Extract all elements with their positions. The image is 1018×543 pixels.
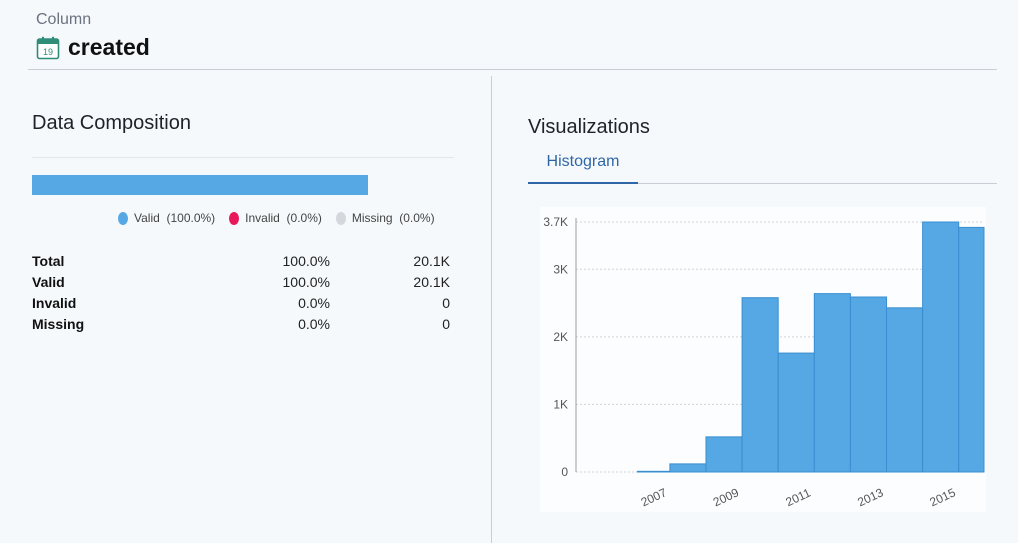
column-name: created bbox=[68, 34, 150, 60]
histogram-bar bbox=[849, 296, 888, 473]
histogram-bar bbox=[636, 470, 671, 473]
column-header: Column 19 created bbox=[28, 0, 997, 70]
column-title-row: 19 created bbox=[36, 34, 150, 61]
visualizations-title: Visualizations bbox=[528, 116, 650, 138]
stat-row-missing: Missing 0.0% 0 bbox=[32, 316, 454, 337]
calendar-icon: 19 bbox=[36, 36, 60, 59]
data-composition-title: Data Composition bbox=[32, 112, 454, 158]
histogram-bar bbox=[886, 307, 924, 473]
legend-value-invalid: (0.0%) bbox=[286, 211, 322, 225]
histogram-bar bbox=[669, 463, 707, 473]
histogram-bar bbox=[777, 352, 815, 473]
stat-count: 20.1K bbox=[413, 253, 450, 269]
legend-item-missing: Missing (0.0%) bbox=[335, 211, 435, 225]
stat-percent: 0.0% bbox=[298, 316, 330, 332]
legend-label-invalid: Invalid bbox=[245, 211, 280, 225]
legend-dot-invalid bbox=[229, 211, 240, 225]
stat-row-invalid: Invalid 0.0% 0 bbox=[32, 295, 454, 316]
legend-label-valid: Valid bbox=[134, 211, 160, 225]
histogram-x-tick-label: 2009 bbox=[711, 485, 741, 509]
stat-count: 0 bbox=[442, 295, 450, 311]
visualization-tabs: Histogram bbox=[528, 152, 997, 184]
panel-divider bbox=[491, 76, 492, 543]
histogram-bar bbox=[741, 297, 779, 473]
histogram-x-tick-label: 2011 bbox=[784, 485, 814, 509]
composition-bar-valid bbox=[32, 175, 368, 195]
stat-label: Invalid bbox=[32, 295, 77, 311]
histogram-x-tick-label: 2007 bbox=[639, 485, 669, 509]
legend-item-valid: Valid (100.0%) bbox=[118, 211, 215, 225]
calendar-icon-day: 19 bbox=[43, 47, 53, 57]
stat-percent: 100.0% bbox=[282, 253, 330, 269]
legend-dot-missing bbox=[335, 211, 346, 225]
tab-histogram[interactable]: Histogram bbox=[528, 152, 638, 184]
stat-row-valid: Valid 100.0% 20.1K bbox=[32, 274, 454, 295]
stat-percent: 0.0% bbox=[298, 295, 330, 311]
legend-label-missing: Missing bbox=[351, 211, 393, 225]
visualizations-panel: Visualizations Histogram bbox=[528, 116, 997, 184]
histogram-y-tick-label: 1K bbox=[553, 397, 568, 411]
histogram-y-tick-label: 3.7K bbox=[543, 215, 568, 229]
legend-item-invalid: Invalid (0.0%) bbox=[229, 211, 322, 225]
histogram-bar bbox=[922, 221, 960, 473]
composition-stats-table: Total 100.0% 20.1K Valid 100.0% 20.1K In… bbox=[32, 253, 454, 337]
legend-dot-valid bbox=[118, 211, 128, 225]
histogram-bar bbox=[705, 436, 743, 473]
histogram-svg: 0 1K 2K 3K 3.7K 2007 2009 2011 2013 2015 bbox=[543, 215, 985, 509]
data-composition-panel: Data Composition Valid (100.0%) Invalid … bbox=[32, 112, 454, 332]
legend-value-missing: (0.0%) bbox=[399, 211, 435, 225]
stat-label: Missing bbox=[32, 316, 85, 332]
stat-label: Valid bbox=[32, 274, 65, 290]
stat-row-total: Total 100.0% 20.1K bbox=[32, 253, 454, 274]
histogram-y-tick-label: 3K bbox=[553, 262, 568, 276]
histogram-x-tick-label: 2013 bbox=[855, 485, 885, 509]
histogram-y-tick-label: 2K bbox=[553, 330, 568, 344]
legend-value-valid: (100.0%) bbox=[166, 211, 216, 225]
stat-percent: 100.0% bbox=[282, 274, 330, 290]
histogram-chart: 0 1K 2K 3K 3.7K 2007 2009 2011 2013 2015 bbox=[540, 207, 986, 512]
histogram-bar bbox=[958, 226, 985, 473]
composition-legend: Valid (100.0%) Invalid (0.0%) Missing (0… bbox=[118, 211, 435, 225]
histogram-y-tick-label: 0 bbox=[561, 465, 568, 479]
stat-count: 0 bbox=[442, 316, 450, 332]
histogram-bar bbox=[813, 293, 851, 473]
stat-label: Total bbox=[32, 253, 65, 269]
stat-count: 20.1K bbox=[413, 274, 450, 290]
composition-bar bbox=[32, 175, 368, 195]
column-kicker: Column bbox=[36, 11, 92, 28]
histogram-x-tick-label: 2015 bbox=[928, 485, 958, 509]
